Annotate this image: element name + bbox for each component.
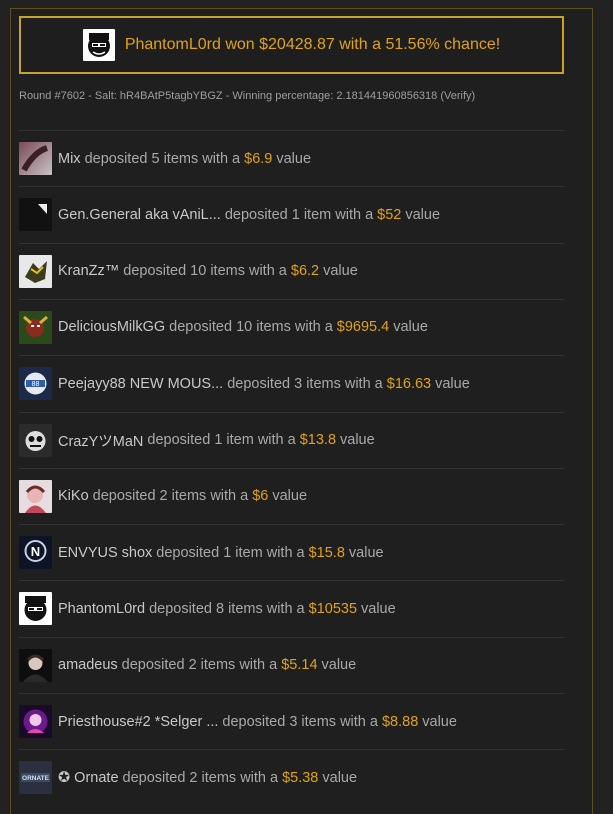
deposit-value: $13.8 xyxy=(299,432,337,448)
deposit-value-suffix: value xyxy=(422,713,457,730)
depositor-name[interactable]: Peejayy88 NEW MOUS... xyxy=(58,376,223,392)
avatar-mix-icon[interactable] xyxy=(19,142,52,175)
deposit-value-suffix: value xyxy=(435,375,470,392)
deposit-value: $15.8 xyxy=(308,544,345,561)
deposit-description: deposited 8 items with a xyxy=(149,600,305,617)
deposit-value: $5.38 xyxy=(282,769,319,786)
verify-link[interactable]: (Verify) xyxy=(440,90,475,102)
depositor-name[interactable]: Priesthouse#2 *Selger ... xyxy=(58,714,218,730)
svg-text:88: 88 xyxy=(32,381,40,388)
winner-avatar[interactable] xyxy=(82,29,115,61)
avatar-deliciousmilkgg-icon[interactable] xyxy=(19,310,52,344)
avatar-ornate-icon[interactable]: ORNATE xyxy=(19,761,52,795)
deposit-row: N ENVYUS shox deposited 1 item with a $15.8… xyxy=(19,524,564,580)
avatar-amadeus-icon[interactable] xyxy=(19,648,52,682)
deposit-value: $6.9 xyxy=(244,150,273,167)
deposit-value-suffix: value xyxy=(348,544,384,561)
deposit-description: deposited 3 items with a xyxy=(227,375,383,392)
depositor-name[interactable]: Gen.General aka vAniL... xyxy=(58,207,221,223)
winner-text: PhantomL0rd won $20428.87 with a 51.56% … xyxy=(124,36,501,53)
deposit-value: $16.63 xyxy=(386,375,432,392)
deposit-value: $10535 xyxy=(308,600,358,617)
deposit-description: deposited 2 items with a xyxy=(122,769,279,786)
deposit-row: KiKo deposited 2 items with a $6 value xyxy=(19,467,564,524)
depositor-name[interactable]: CrazYツMaN xyxy=(58,430,143,451)
deposit-value-suffix: value xyxy=(276,150,312,167)
deposit-value: $5.14 xyxy=(281,657,318,674)
depositor-name[interactable]: ENVYUS shox xyxy=(58,545,152,561)
round-info: Round #7602 - Salt: hR4BAtP5tagbYBGZ - W… xyxy=(19,90,564,102)
deposit-value-suffix: value xyxy=(361,600,396,617)
deposit-value-suffix: value xyxy=(272,488,308,505)
deposit-row: PhantomL0rd deposited 8 items with a $1053… xyxy=(19,580,564,636)
deposit-value-suffix: value xyxy=(393,319,428,336)
depositor-name[interactable]: DeliciousMilkGG xyxy=(58,319,165,335)
deposit-row: Priesthouse#2 *Selger ... deposited 3 ite… xyxy=(19,693,564,749)
depositor-name[interactable]: PhantomL0rd xyxy=(58,601,145,617)
deposit-description: deposited 10 items with a xyxy=(123,263,287,280)
deposit-description: deposited 1 item with a xyxy=(224,206,374,223)
avatar-crazyman-icon[interactable] xyxy=(19,423,52,457)
depositor-name[interactable]: amadeus xyxy=(58,657,118,673)
deposit-row: Mix deposited 5 items with a $6.9 value xyxy=(19,130,564,186)
depositor-name[interactable]: ✪ Ornate xyxy=(58,770,119,786)
deposit-value-suffix: value xyxy=(340,432,375,448)
deposit-description: deposited 2 items with a xyxy=(121,657,278,674)
deposit-value: $9695.4 xyxy=(336,319,390,336)
avatar-priesthouse-icon[interactable] xyxy=(19,705,52,738)
deposit-value-suffix: value xyxy=(321,657,357,674)
deposit-row: CrazYツMaN deposited 1 item with a $13.8 val… xyxy=(19,411,564,468)
depositor-name[interactable]: Mix xyxy=(58,151,81,167)
deposit-description: deposited 1 item with a xyxy=(147,432,296,448)
deposit-row: KranZz™ deposited 10 items with a $6.2 valu… xyxy=(19,242,564,299)
round-info-text: Round #7602 - Salt: hR4BAtP5tagbYBGZ - W… xyxy=(19,90,438,102)
deposit-row: amadeus deposited 2 items with a $5.14 valu… xyxy=(19,636,564,693)
deposit-description: deposited 1 item with a xyxy=(156,544,305,561)
deposit-value: $8.88 xyxy=(381,713,419,730)
deposit-description: deposited 3 items with a xyxy=(222,713,378,730)
deposit-value-suffix: value xyxy=(405,206,441,223)
avatar-envyus-icon[interactable]: N xyxy=(19,536,52,570)
depositor-name[interactable]: KiKo xyxy=(58,488,89,504)
depositor-name[interactable]: KranZz™ xyxy=(58,263,119,279)
deposit-row: ORNATE ✪ Ornate deposited 2 items with a $5… xyxy=(19,749,564,805)
deposit-description: deposited 10 items with a xyxy=(169,319,333,336)
svg-text:ORNATE: ORNATE xyxy=(22,775,50,782)
avatar-kranzz-icon[interactable] xyxy=(19,254,52,288)
deposit-value: $52 xyxy=(377,206,402,223)
avatar-gen-general-icon[interactable] xyxy=(19,198,52,232)
avatar-phantoml0rd-icon[interactable] xyxy=(19,592,52,626)
deposit-value: $6 xyxy=(252,488,269,505)
svg-text:N: N xyxy=(31,544,40,559)
winner-banner: PhantomL0rd won $20428.87 with a 51.56% … xyxy=(19,16,564,74)
deposit-row: DeliciousMilkGG deposited 10 items with a… xyxy=(19,298,564,355)
deposit-description: deposited 2 items with a xyxy=(92,488,249,505)
deposit-row: 88 Peejayy88 NEW MOUS... deposited 3 items… xyxy=(19,355,564,411)
deposit-value-suffix: value xyxy=(323,263,358,280)
deposit-description: deposited 5 items with a xyxy=(84,150,241,167)
deposit-value-suffix: value xyxy=(322,769,358,786)
deposit-value: $6.2 xyxy=(290,263,320,280)
avatar-kiko-icon[interactable] xyxy=(19,479,52,513)
avatar-peejayy88-icon[interactable]: 88 xyxy=(19,367,52,401)
deposit-row: Gen.General aka vAniL... deposited 1 item… xyxy=(19,186,564,242)
